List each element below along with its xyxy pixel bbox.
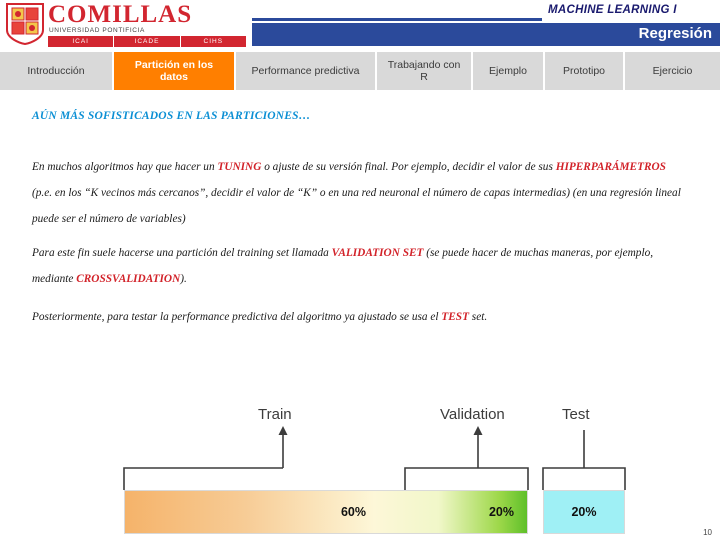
logo-wordmark: COMILLAS	[48, 1, 193, 28]
section-tabs: Introducción Partición en los datos Perf…	[0, 52, 720, 90]
tab-prototipo[interactable]: Prototipo	[545, 52, 625, 90]
bar-train-validation: 60% 20%	[124, 490, 528, 534]
bar-percent-train: 60%	[340, 505, 366, 519]
paragraph-validation: Para este fin suele hacerse una partició…	[32, 240, 688, 292]
logo-school-icai: ICAI	[72, 38, 89, 45]
paragraph-test: Posteriormente, para testar la performan…	[32, 304, 688, 330]
tab-ejemplo[interactable]: Ejemplo	[473, 52, 545, 90]
bar-percent-test: 20%	[571, 505, 597, 519]
paragraph-1-part-3: (p.e. en los “K vecinos más cercanos”, d…	[32, 187, 681, 225]
tab-performance-predictiva[interactable]: Performance predictiva	[236, 52, 377, 90]
paragraph-1-highlight-hiperparametros: HIPERPARÁMETROS	[555, 161, 666, 173]
paragraph-3-highlight-test: TEST	[441, 311, 469, 323]
paragraph-2-part-1: Para este fin suele hacerse una partició…	[32, 247, 332, 259]
paragraph-2-part-3: ).	[180, 273, 187, 285]
paragraph-tuning: En muchos algoritmos hay que hacer un TU…	[32, 154, 688, 232]
logo-subtitle: UNIVERSIDAD PONTIFICIA	[49, 27, 145, 34]
paragraph-2-highlight-crossvalidation: CROSSVALIDATION	[76, 273, 181, 285]
course-title: MACHINE LEARNING I	[548, 4, 677, 16]
paragraph-2-highlight-validation-set: VALIDATION SET	[331, 247, 424, 259]
tab-introduccion[interactable]: Introducción	[0, 52, 114, 90]
tab-trabajando-con-r[interactable]: Trabajando con R	[377, 52, 473, 90]
body-section-title: AÚN MÁS SOFISTICADOS EN LAS PARTICIONES…	[32, 110, 311, 122]
page-header: COMILLAS UNIVERSIDAD PONTIFICIA ICAI ICA…	[0, 0, 720, 48]
header-rule	[252, 18, 542, 21]
paragraph-1-highlight-tuning: TUNING	[217, 161, 262, 173]
logo-school-cihs: CIHS	[179, 36, 246, 47]
bar-test: 20%	[543, 490, 625, 534]
section-label: Regresión	[638, 25, 712, 42]
logo-schools-bar: ICAI ICADE CIHS	[48, 36, 246, 47]
tab-ejercicio[interactable]: Ejercicio	[625, 52, 720, 90]
bar-percent-validation: 20%	[488, 505, 514, 519]
logo-school-icade: ICADE	[113, 36, 179, 47]
page-number: 10	[703, 528, 712, 537]
shield-icon	[6, 3, 44, 45]
paragraph-1-part-2: o ajuste de su versión final. Por ejempl…	[261, 161, 556, 173]
paragraph-1-part-1: En muchos algoritmos hay que hacer un	[32, 161, 218, 173]
paragraph-3-part-2: set.	[468, 311, 488, 323]
split-diagram: Train Validation Test 60% 20% 20%	[0, 398, 720, 540]
tab-particion-en-los-datos[interactable]: Partición en los datos	[114, 52, 236, 90]
paragraph-3-part-1: Posteriormente, para testar la performan…	[32, 311, 442, 323]
university-logo: COMILLAS UNIVERSIDAD PONTIFICIA ICAI ICA…	[0, 0, 250, 48]
